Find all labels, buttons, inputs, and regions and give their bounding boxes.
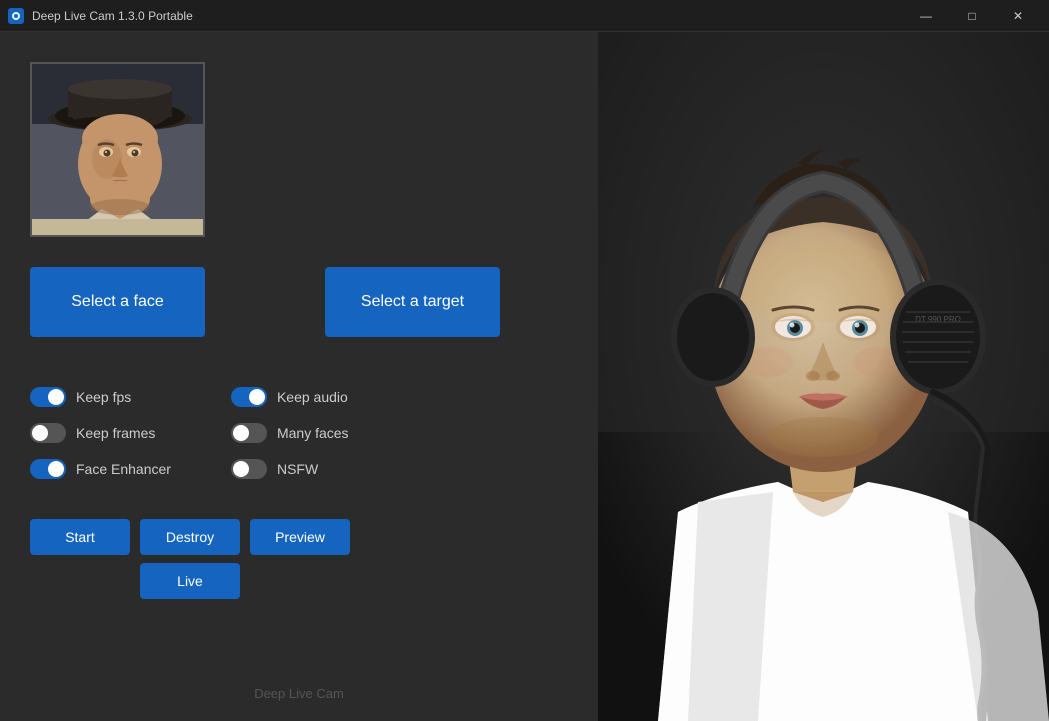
keep-audio-label: Keep audio [277,389,348,405]
toggle-keep-fps-row: Keep fps [30,387,171,407]
left-panel: Select a face Select a target Keep fps K… [0,32,598,721]
nsfw-label: NSFW [277,461,318,477]
action-buttons-row: Start Destroy Live Preview [30,519,568,599]
close-button[interactable]: ✕ [995,0,1041,32]
right-panel: DT 990 PRO [598,32,1049,721]
keep-frames-toggle[interactable] [30,423,66,443]
buttons-row: Select a face Select a target [30,267,568,337]
video-display: DT 990 PRO [598,32,1049,721]
toggles-right-column: Keep audio Many faces NSFW [231,387,349,479]
toggle-nsfw-row: NSFW [231,459,349,479]
start-button[interactable]: Start [30,519,130,555]
destroy-button[interactable]: Destroy [140,519,240,555]
title-bar-left: Deep Live Cam 1.3.0 Portable [8,8,193,24]
select-target-button[interactable]: Select a target [325,267,500,337]
app-icon [8,8,24,24]
many-faces-toggle[interactable] [231,423,267,443]
title-bar: Deep Live Cam 1.3.0 Portable — □ ✕ [0,0,1049,32]
toggle-keep-audio-row: Keep audio [231,387,349,407]
keep-frames-label: Keep frames [76,425,155,441]
maximize-button[interactable]: □ [949,0,995,32]
face-enhancer-label: Face Enhancer [76,461,171,477]
many-faces-label: Many faces [277,425,349,441]
minimize-button[interactable]: — [903,0,949,32]
window-controls: — □ ✕ [903,0,1041,32]
window-title: Deep Live Cam 1.3.0 Portable [32,9,193,23]
face-enhancer-toggle[interactable] [30,459,66,479]
toggles-section: Keep fps Keep frames Face Enhancer Keep … [30,387,568,479]
toggles-left-column: Keep fps Keep frames Face Enhancer [30,387,171,479]
watermark: Deep Live Cam [30,666,568,701]
nsfw-toggle[interactable] [231,459,267,479]
keep-fps-label: Keep fps [76,389,131,405]
keep-audio-toggle[interactable] [231,387,267,407]
toggle-keep-frames-row: Keep frames [30,423,171,443]
toggle-face-enhancer-row: Face Enhancer [30,459,171,479]
face-thumbnail-area [30,62,568,237]
toggle-many-faces-row: Many faces [231,423,349,443]
preview-button[interactable]: Preview [250,519,350,555]
keep-fps-toggle[interactable] [30,387,66,407]
select-face-button[interactable]: Select a face [30,267,205,337]
destroy-live-group: Destroy Live [140,519,240,599]
main-layout: Select a face Select a target Keep fps K… [0,32,1049,721]
live-button[interactable]: Live [140,563,240,599]
watermark-text: Deep Live Cam [254,686,344,701]
face-thumbnail [30,62,205,237]
